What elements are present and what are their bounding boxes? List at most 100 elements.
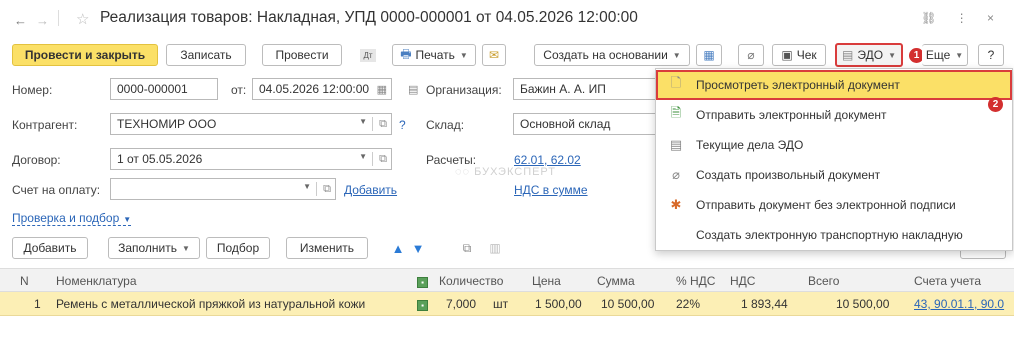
menu-item-label: Создать произвольный документ (696, 168, 881, 182)
print-button[interactable]: 🖶 Печать ▼ (392, 44, 476, 66)
contractor-label: Контрагент: (12, 118, 78, 132)
move-down-icon[interactable]: ▼ (409, 237, 427, 259)
menu-item-current-edo[interactable]: ▤ Текущие дела ЭДО (656, 130, 1012, 160)
menu-item-send-unsigned[interactable]: ✱ Отправить документ без электронной под… (656, 190, 1012, 220)
divider (372, 117, 373, 131)
printer-icon: 🖶 (400, 46, 412, 61)
attachment-icon[interactable]: ⌀ (738, 44, 764, 66)
watermark-icon: ◌◌ (455, 166, 475, 178)
check-button[interactable]: ▣ Чек (772, 44, 826, 66)
row-accounts-link[interactable]: 43, 90.01.1, 90.0 (914, 297, 1004, 311)
badge-step-2: 2 (988, 97, 1003, 112)
change-button[interactable]: Изменить (286, 237, 368, 259)
contract-field[interactable]: 1 от 05.05.2026 ▼ ⧉ (110, 148, 392, 170)
number-field[interactable]: 0000-000001 (110, 78, 218, 100)
col-accounts[interactable]: Счета учета (914, 274, 981, 288)
invoice-label: Счет на оплату: (12, 183, 101, 197)
structure-icon[interactable]: ▦ (696, 44, 722, 66)
open-icon[interactable]: ⧉ (379, 118, 387, 131)
menu-item-label: Создать электронную транспортную накладн… (696, 228, 963, 242)
divider (372, 152, 373, 166)
menu-item-send-edoc[interactable]: 🗎 Отправить электронный документ (656, 100, 1012, 130)
chevron-down-icon: ▼ (123, 215, 132, 224)
open-icon[interactable]: ⧉ (379, 153, 387, 166)
contract-label: Договор: (12, 153, 61, 167)
dt-kt-icon[interactable]: Дт (354, 44, 382, 66)
move-up-icon[interactable]: ▲ (389, 237, 407, 259)
back-button[interactable]: ← (14, 13, 27, 28)
help-button[interactable]: ? (978, 44, 1004, 66)
row-price: 1 500,00 (535, 297, 582, 311)
chevron-down-icon[interactable]: ▼ (303, 182, 311, 191)
col-nomenclature[interactable]: Номенклатура (56, 274, 137, 288)
calc-label: Расчеты: (426, 153, 477, 167)
col-n[interactable]: N (20, 274, 29, 288)
calendar-icon[interactable]: ▦ (377, 83, 387, 96)
favorite-star-icon[interactable]: ☆ (76, 10, 89, 28)
help-question-icon[interactable]: ? (399, 118, 406, 132)
main-toolbar: Провести и закрыть Записать Провести Дт … (0, 40, 1014, 70)
col-sum[interactable]: Сумма (597, 274, 635, 288)
col-total[interactable]: Всего (808, 274, 839, 288)
table-row[interactable]: 1 Ремень с металлической пряжкой из нату… (0, 292, 1014, 316)
doc-list-icon[interactable]: ▤ (408, 83, 418, 96)
calc-link[interactable]: 62.01, 62.02 (514, 153, 581, 167)
date-label: от: (231, 83, 247, 97)
menu-item-create-transport[interactable]: Создать электронную транспортную накладн… (656, 220, 1012, 250)
send-unsigned-icon: ✱ (670, 197, 682, 212)
warehouse-value: Основной склад (520, 117, 611, 131)
invoice-field[interactable]: ▼ ⧉ (110, 178, 336, 200)
col-vat-rate[interactable]: % НДС (676, 274, 715, 288)
contractor-field[interactable]: ТЕХНОМИР ООО ▼ ⧉ (110, 113, 392, 135)
menu-item-label: Отправить документ без электронной подпи… (696, 198, 956, 212)
edo-dropdown-menu: 🗋 Просмотреть электронный документ 🗎 Отп… (655, 68, 1013, 251)
window-controls-icon[interactable]: ⛓ ⋮ × (921, 11, 1002, 25)
watermark-logo: ◌◌ БУХЭКСПЕРТ (455, 166, 556, 178)
save-label: Записать (180, 48, 232, 62)
help-label: ? (987, 48, 995, 62)
number-value: 0000-000001 (117, 82, 188, 96)
add-row-button[interactable]: Добавить (12, 237, 88, 259)
save-button[interactable]: Записать (166, 44, 246, 66)
forward-button[interactable]: → (36, 13, 49, 28)
envelope-icon[interactable]: ✉ (482, 44, 506, 66)
edo-button[interactable]: ▤ ЭДО ▼ (835, 43, 903, 67)
row-green-icon: ▪ (417, 297, 428, 311)
select-button[interactable]: Подбор (206, 237, 270, 259)
add-row-label: Добавить (23, 241, 77, 255)
row-sum: 10 500,00 (601, 297, 655, 311)
copy-rows-icon[interactable]: ⧉ (456, 237, 478, 259)
create-based-label: Создать на основании (543, 48, 668, 62)
fill-button[interactable]: Заполнить ▼ (108, 237, 200, 259)
date-field[interactable]: 04.05.2026 12:00:00 ▦ (252, 78, 392, 100)
more-button[interactable]: Еще ▼ (922, 44, 968, 66)
check-select-link[interactable]: Проверка и подбор ▼ (12, 211, 132, 226)
post-button[interactable]: Провести (262, 44, 342, 66)
vat-link[interactable]: НДС в сумме (514, 183, 588, 197)
col-price[interactable]: Цена (532, 274, 561, 288)
chevron-down-icon[interactable]: ▼ (359, 152, 367, 161)
row-name: Ремень с металлической пряжкой из натура… (56, 297, 366, 311)
create-based-button[interactable]: Создать на основании ▼ (534, 44, 690, 66)
post-and-close-button[interactable]: Провести и закрыть (12, 44, 158, 66)
menu-item-label: Отправить электронный документ (696, 108, 887, 122)
post-label: Провести (275, 48, 329, 62)
paste-rows-icon[interactable]: ▥ (484, 237, 506, 259)
warehouse-field[interactable]: Основной склад (513, 113, 658, 135)
menu-item-label: Текущие дела ЭДО (696, 138, 804, 152)
row-vat: 1 893,44 (741, 297, 788, 311)
chevron-down-icon[interactable]: ▼ (359, 117, 367, 126)
menu-item-view-edoc[interactable]: 🗋 Просмотреть электронный документ (656, 70, 1012, 100)
org-field[interactable]: Бажин А. А. ИП (513, 78, 658, 100)
add-invoice-link[interactable]: Добавить (344, 183, 397, 197)
col-vat[interactable]: НДС (730, 274, 755, 288)
open-icon[interactable]: ⧉ (323, 183, 331, 196)
change-label: Изменить (299, 241, 355, 255)
document-icon: 🗋 (670, 75, 682, 90)
more-label: Еще (925, 48, 951, 62)
send-document-icon: 🗎 (670, 105, 682, 120)
menu-item-create-arbitrary[interactable]: ⌀ Создать произвольный документ (656, 160, 1012, 190)
col-qty[interactable]: Количество (439, 274, 503, 288)
check-label: Чек (796, 48, 817, 62)
contractor-value: ТЕХНОМИР ООО (117, 117, 217, 131)
